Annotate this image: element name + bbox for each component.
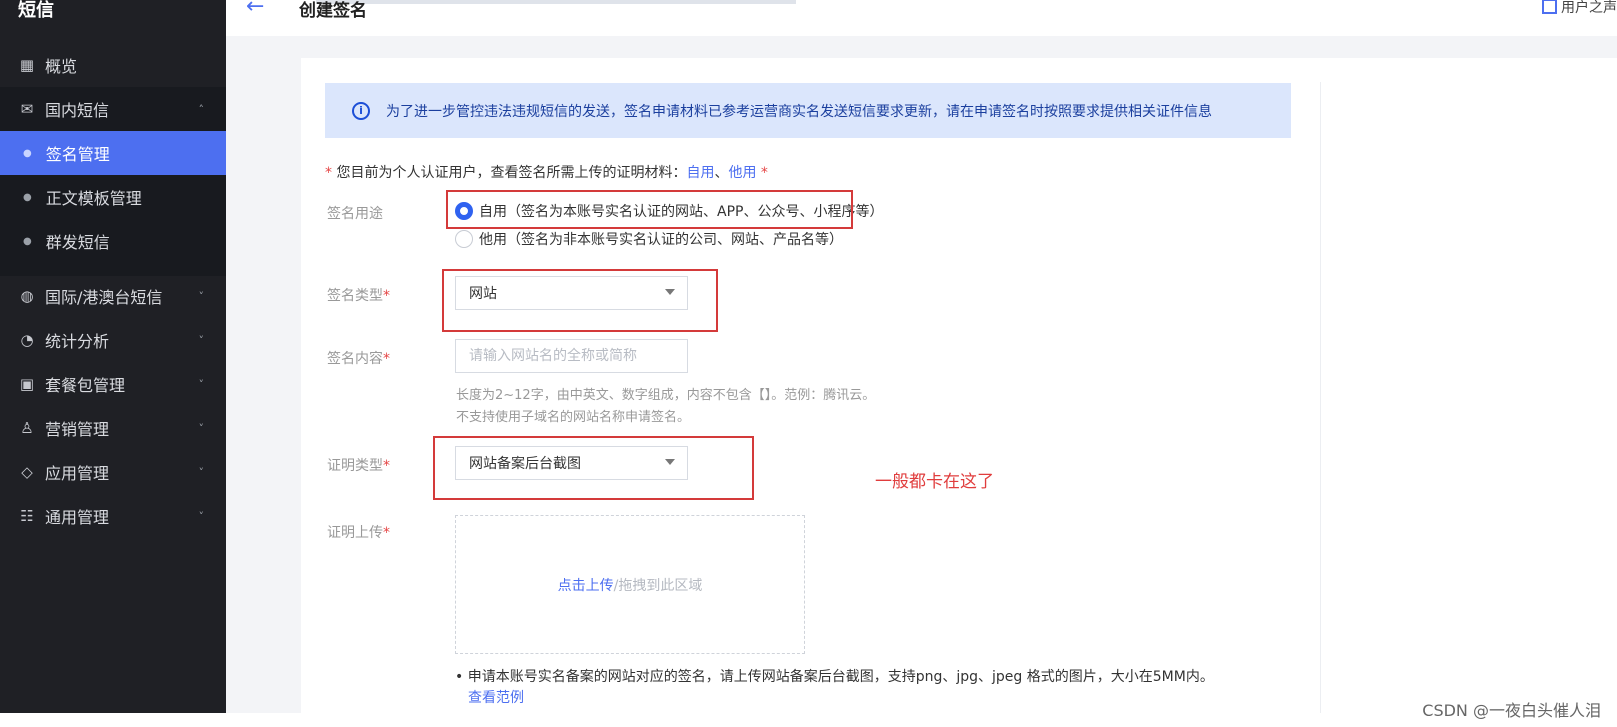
sidebar-item-general[interactable]: ☷ 通用管理 ˅ [0, 494, 226, 538]
chevron-down-icon: ˅ [198, 421, 205, 435]
annotation-text: 一般都卡在这了 [875, 472, 994, 492]
divider [1320, 82, 1321, 713]
upload-hint: /拖拽到此区域 [613, 577, 703, 594]
upload-label-text: 证明上传 [327, 525, 383, 541]
view-example-link[interactable]: 查看范例 [468, 687, 524, 707]
annotation-box-usage [446, 190, 853, 229]
content-help-1: 长度为2~12字，由中英文、数字组成，内容不包含【】。范例：腾讯云。 [456, 388, 876, 403]
edit-icon [1542, 0, 1557, 14]
required-mark: * [383, 351, 390, 367]
chevron-down-icon: ˅ [198, 509, 205, 523]
feedback-label: 用户之声 [1561, 0, 1617, 16]
chevron-down-icon: ˅ [198, 377, 205, 391]
sidebar-item-label: 应用管理 [45, 464, 110, 483]
signature-type-label-text: 签名类型 [327, 288, 383, 304]
upload-link[interactable]: 点击上传 [558, 575, 614, 595]
sidebar-item-overview[interactable]: ▦ 概览 [0, 43, 226, 87]
sidebar-item-label: 国内短信 [45, 101, 110, 120]
sidebar-item-international-sms[interactable]: ◍ 国际/港澳台短信 ˅ [0, 274, 226, 318]
signature-content-label: 签名内容* [327, 348, 390, 368]
sidebar-item-marketing[interactable]: ♙ 营销管理 ˅ [0, 406, 226, 450]
proof-type-label-text: 证明类型 [327, 458, 383, 474]
self-use-link[interactable]: 自用 [686, 165, 714, 181]
bullet-icon: ● [23, 235, 32, 247]
sidebar-item-label: 统计分析 [45, 332, 110, 351]
bullet-icon: ● [23, 191, 32, 203]
globe-icon: ◍ [20, 287, 34, 305]
usage-label-text: 签名用途 [327, 206, 383, 222]
watermark: CSDN @一夜白头催人泪 [1422, 701, 1601, 720]
mail-icon: ✉ [20, 100, 34, 118]
sidebar-item-domestic-sms[interactable]: ✉ 国内短信 ˄ [0, 87, 226, 131]
sidebar-subitem-bulk-sms[interactable]: ● 群发短信 [0, 219, 226, 263]
upload-dropzone[interactable]: 点击上传/拖拽到此区域 [455, 515, 805, 654]
info-icon: i [352, 101, 370, 120]
required-mark: * [383, 288, 390, 304]
required-mark: * [383, 458, 390, 474]
usage-option-other[interactable]: 他用（签名为非本账号实名认证的公司、网站、产品名等） [455, 229, 843, 249]
scroll-indicator [316, 0, 796, 4]
upload-label: 证明上传* [327, 522, 390, 542]
sidebar-subitem-label: 正文模板管理 [45, 189, 142, 208]
pie-chart-icon: ◔ [20, 331, 34, 349]
sidebar-item-apps[interactable]: ◇ 应用管理 ˅ [0, 450, 226, 494]
annotation-box-type [442, 269, 718, 332]
sliders-icon: ☷ [20, 507, 34, 525]
page-title: 创建签名 [299, 1, 367, 21]
required-mark: * [325, 165, 337, 181]
usage-label: 签名用途 [327, 203, 383, 223]
annotation-box-proof [433, 436, 754, 500]
sidebar-title: 短信 [18, 0, 54, 21]
package-icon: ▣ [19, 375, 35, 393]
upload-note-text: 申请本账号实名备案的网站对应的签名，请上传网站备案后台截图，支持png、jpg、… [467, 669, 1214, 685]
sidebar-item-label: 概览 [45, 57, 78, 76]
back-arrow-icon[interactable]: ← [246, 0, 264, 19]
radio-unchecked[interactable] [455, 230, 473, 248]
hint-text: 您目前为个人认证用户，查看签名所需上传的证明材料： [336, 165, 687, 181]
usage-option-other-label: 他用（签名为非本账号实名认证的公司、网站、产品名等） [479, 232, 843, 248]
chevron-down-icon: ˅ [198, 333, 205, 347]
signature-content-input[interactable] [455, 339, 688, 373]
signature-content-label-text: 签名内容 [327, 351, 383, 367]
upload-note: • 申请本账号实名备案的网站对应的签名，请上传网站备案后台截图，支持png、jp… [455, 669, 1214, 685]
grid-icon: ▦ [19, 56, 35, 74]
sidebar: 短信 ▦ 概览 ✉ 国内短信 ˄ ● 签名管理 ● 正文模板管理 ● 群发短信 … [0, 0, 226, 713]
hint-separator: 、 [714, 165, 729, 181]
sidebar-subitem-label: 群发短信 [45, 233, 110, 252]
chevron-down-icon: ˅ [198, 289, 205, 303]
notice-text: 为了进一步管控违法违规短信的发送，签名申请材料已参考运营商实名发送短信要求更新，… [386, 103, 1212, 120]
required-mark: * [756, 165, 768, 181]
sidebar-item-label: 套餐包管理 [45, 376, 126, 395]
content-help-2: 不支持使用子域名的网站名称申请签名。 [456, 410, 691, 425]
material-hint: * 您目前为个人认证用户，查看签名所需上传的证明材料：自用、他用 * [325, 162, 768, 182]
signature-type-label: 签名类型* [327, 285, 390, 305]
chevron-down-icon: ˅ [198, 465, 205, 479]
proof-type-label: 证明类型* [327, 455, 390, 475]
sidebar-item-label: 营销管理 [45, 420, 110, 439]
sidebar-item-statistics[interactable]: ◔ 统计分析 ˅ [0, 318, 226, 362]
bullet-icon: ● [23, 147, 32, 159]
required-mark: * [383, 525, 390, 541]
sidebar-item-label: 国际/港澳台短信 [45, 288, 163, 307]
other-use-link[interactable]: 他用 [728, 165, 756, 181]
header: ← 创建签名 用户之声 [226, 0, 1617, 36]
users-icon: ♙ [20, 419, 34, 437]
sidebar-subitem-label: 签名管理 [45, 145, 110, 164]
info-notice: i 为了进一步管控违法违规短信的发送，签名申请材料已参考运营商实名发送短信要求更… [325, 83, 1291, 138]
chevron-up-icon: ˄ [198, 102, 205, 116]
bottom-strip [0, 713, 1617, 727]
sidebar-item-label: 通用管理 [45, 508, 110, 527]
sidebar-subitem-signature[interactable]: ● 签名管理 [0, 131, 226, 175]
sidebar-item-packages[interactable]: ▣ 套餐包管理 ˅ [0, 362, 226, 406]
sidebar-subitem-templates[interactable]: ● 正文模板管理 [0, 175, 226, 219]
feedback-link[interactable]: 用户之声 [1542, 0, 1617, 17]
layers-icon: ◇ [21, 463, 33, 481]
